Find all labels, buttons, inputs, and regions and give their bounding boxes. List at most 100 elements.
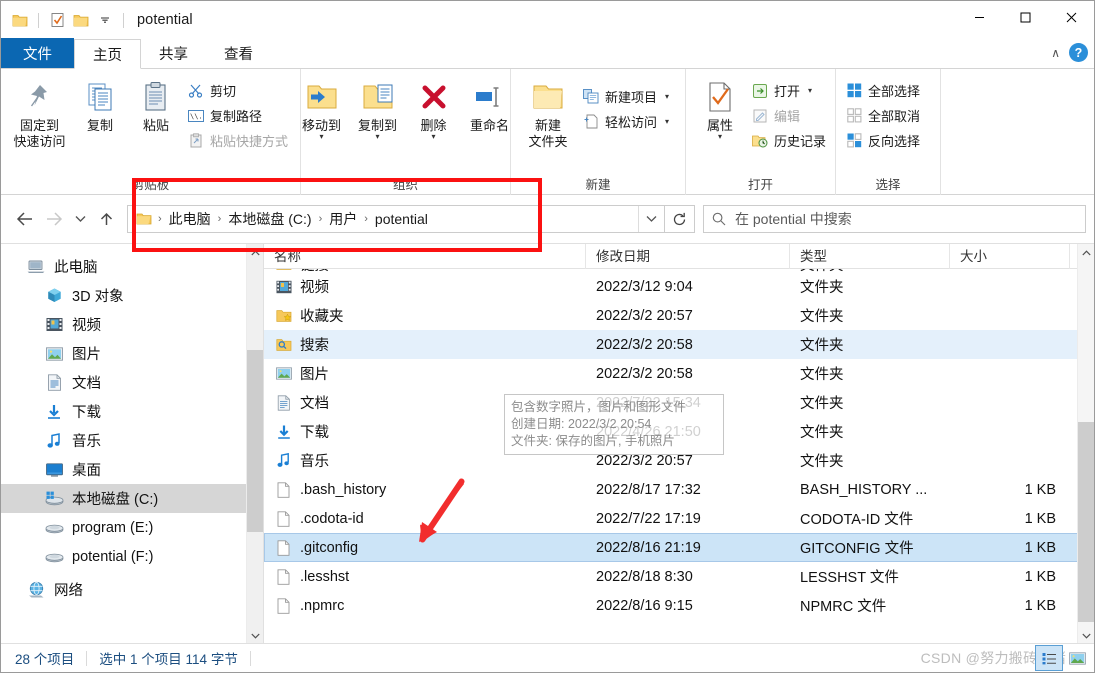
- sidebar-item-local-disk-c[interactable]: 本地磁盘 (C:): [1, 484, 263, 513]
- table-row[interactable]: .npmrc 2022/8/16 9:15 NPMRC 文件 1 KB: [264, 591, 1094, 620]
- sidebar-item-program-e[interactable]: program (E:): [1, 513, 263, 542]
- pin-to-quick-access-button[interactable]: 固定到 快速访问: [7, 74, 72, 153]
- chevron-down-icon[interactable]: ▾: [808, 86, 812, 95]
- scroll-up-icon[interactable]: [1078, 244, 1094, 261]
- ribbon-empty-area: [941, 69, 1094, 195]
- customize-dropdown-icon[interactable]: [94, 9, 116, 31]
- column-header-name[interactable]: 名称: [264, 244, 586, 269]
- breadcrumb-item-this-pc[interactable]: 此电脑: [165, 207, 215, 231]
- new-folder-icon[interactable]: [70, 9, 92, 31]
- invert-selection-button[interactable]: 反向选择: [842, 128, 926, 153]
- breadcrumb-item-local-disk-c[interactable]: 本地磁盘 (C:): [224, 207, 315, 231]
- breadcrumb-item-potential[interactable]: potential: [371, 209, 432, 229]
- maximize-button[interactable]: [1002, 1, 1048, 33]
- sidebar-item-music[interactable]: 音乐: [1, 426, 263, 455]
- table-row[interactable]: NTUSER.DAT 2022/8/15 16:00 DAT 3,328 KB: [264, 620, 1094, 624]
- table-row[interactable]: .gitconfig 2022/8/16 21:19 GITCONFIG 文件 …: [264, 533, 1094, 562]
- table-row[interactable]: 收藏夹 2022/3/2 20:57 文件夹: [264, 301, 1094, 330]
- details-view-button[interactable]: [1035, 645, 1063, 671]
- minimize-button[interactable]: [956, 1, 1002, 33]
- paste-icon: [141, 77, 171, 117]
- copy-button[interactable]: 复制: [72, 74, 128, 137]
- chevron-up-icon[interactable]: ∧: [1051, 46, 1060, 60]
- chevron-down-icon[interactable]: ▾: [375, 133, 379, 141]
- search-box[interactable]: 在 potential 中搜索: [703, 205, 1086, 233]
- history-label: 历史记录: [774, 134, 827, 149]
- chevron-down-icon[interactable]: ▾: [665, 92, 669, 101]
- close-button[interactable]: [1048, 1, 1094, 33]
- history-button[interactable]: 历史记录: [748, 128, 832, 153]
- copy-path-button[interactable]: \\.. 复制路径: [184, 103, 294, 128]
- sidebar-item-downloads[interactable]: 下载: [1, 397, 263, 426]
- sidebar-item-desktop[interactable]: 桌面: [1, 455, 263, 484]
- file-list-scrollbar[interactable]: [1077, 244, 1094, 644]
- select-none-button[interactable]: 全部取消: [842, 103, 926, 128]
- scroll-down-icon[interactable]: [1078, 627, 1094, 644]
- table-row[interactable]: .codota-id 2022/7/22 17:19 CODOTA-ID 文件 …: [264, 504, 1094, 533]
- scroll-down-icon[interactable]: [247, 627, 263, 644]
- table-row[interactable]: 文档 2022/7/22 15:34 文件夹: [264, 388, 1094, 417]
- sidebar-item-pictures[interactable]: 图片: [1, 339, 263, 368]
- select-all-button[interactable]: 全部选择: [842, 78, 926, 103]
- table-row[interactable]: 搜索 2022/3/2 20:58 文件夹: [264, 330, 1094, 359]
- large-icons-view-button[interactable]: [1064, 646, 1090, 670]
- sidebar-item-this-pc[interactable]: 此电脑: [1, 252, 263, 281]
- tab-home[interactable]: 主页: [74, 39, 141, 69]
- table-row[interactable]: 下载 2022/4/26 21:50 文件夹: [264, 417, 1094, 446]
- new-folder-button[interactable]: 新建 文件夹: [517, 74, 579, 153]
- address-bar[interactable]: › 此电脑 › 本地磁盘 (C:) › 用户 › potential: [127, 205, 665, 233]
- tab-share[interactable]: 共享: [141, 38, 206, 68]
- delete-button[interactable]: 删除 ▾: [406, 74, 462, 143]
- chevron-down-icon[interactable]: ▾: [319, 133, 323, 141]
- tab-view[interactable]: 查看: [206, 38, 271, 68]
- column-header-type[interactable]: 类型: [790, 244, 950, 269]
- search-input[interactable]: 在 potential 中搜索: [735, 209, 852, 229]
- column-header-size[interactable]: 大小: [950, 244, 1070, 269]
- invert-selection-icon: [845, 133, 863, 148]
- nav-pane-scrollbar[interactable]: [246, 244, 263, 644]
- back-button[interactable]: [9, 204, 39, 234]
- chevron-down-icon[interactable]: ▾: [718, 133, 722, 141]
- table-row[interactable]: 视频 2022/3/12 9:04 文件夹: [264, 272, 1094, 301]
- help-icon[interactable]: ?: [1069, 43, 1088, 62]
- rename-button[interactable]: 重命名: [462, 74, 518, 137]
- sidebar-item-documents[interactable]: 文档: [1, 368, 263, 397]
- new-item-label: 新建项目: [605, 90, 658, 105]
- properties-button[interactable]: 属性 ▾: [692, 74, 748, 143]
- chevron-down-icon[interactable]: ▾: [665, 117, 669, 126]
- move-to-button[interactable]: 移动到 ▾: [294, 74, 350, 143]
- nav-pane-scroll-thumb[interactable]: [247, 350, 263, 532]
- copy-to-button[interactable]: 复制到 ▾: [350, 74, 406, 143]
- sidebar-item-potential-f[interactable]: potential (F:): [1, 542, 263, 571]
- file-list-scroll-thumb[interactable]: [1078, 422, 1094, 622]
- properties-check-icon[interactable]: [46, 9, 68, 31]
- column-header-date-modified[interactable]: 修改日期: [586, 244, 790, 269]
- edit-button[interactable]: 编辑: [748, 103, 832, 128]
- table-row[interactable]: .bash_history 2022/8/17 17:32 BASH_HISTO…: [264, 475, 1094, 504]
- recent-locations-button[interactable]: [69, 204, 91, 234]
- refresh-button[interactable]: [665, 205, 695, 233]
- copy-label: 复制: [86, 118, 113, 133]
- open-button[interactable]: 打开 ▾: [748, 78, 832, 103]
- sidebar-item-3d-objects[interactable]: 3D 对象: [1, 281, 263, 310]
- table-row[interactable]: 图片 2022/3/2 20:58 文件夹: [264, 359, 1094, 388]
- tab-file[interactable]: 文件: [1, 38, 74, 68]
- table-row[interactable]: .lesshst 2022/8/18 8:30 LESSHST 文件 1 KB: [264, 562, 1094, 591]
- scroll-up-icon[interactable]: [247, 244, 263, 261]
- table-row[interactable]: 音乐 2022/3/2 20:57 文件夹: [264, 446, 1094, 475]
- music-icon: [43, 432, 65, 449]
- folder-icon[interactable]: [9, 9, 31, 31]
- new-item-button[interactable]: 新建项目 ▾: [579, 84, 675, 109]
- up-button[interactable]: [91, 204, 121, 234]
- cut-button[interactable]: 剪切: [184, 78, 294, 103]
- chevron-down-icon[interactable]: ▾: [431, 133, 435, 141]
- breadcrumb-item-users[interactable]: 用户: [325, 207, 361, 231]
- sidebar-item-network[interactable]: 网络: [1, 575, 263, 604]
- forward-button[interactable]: [39, 204, 69, 234]
- easy-access-button[interactable]: 轻松访问 ▾: [579, 109, 675, 134]
- address-dropdown-icon[interactable]: [638, 206, 664, 232]
- pin-label-line2: 快速访问: [13, 134, 66, 149]
- paste-shortcut-button[interactable]: 粘贴快捷方式: [184, 128, 294, 153]
- sidebar-item-videos[interactable]: 视频: [1, 310, 263, 339]
- paste-button[interactable]: 粘贴: [128, 74, 184, 137]
